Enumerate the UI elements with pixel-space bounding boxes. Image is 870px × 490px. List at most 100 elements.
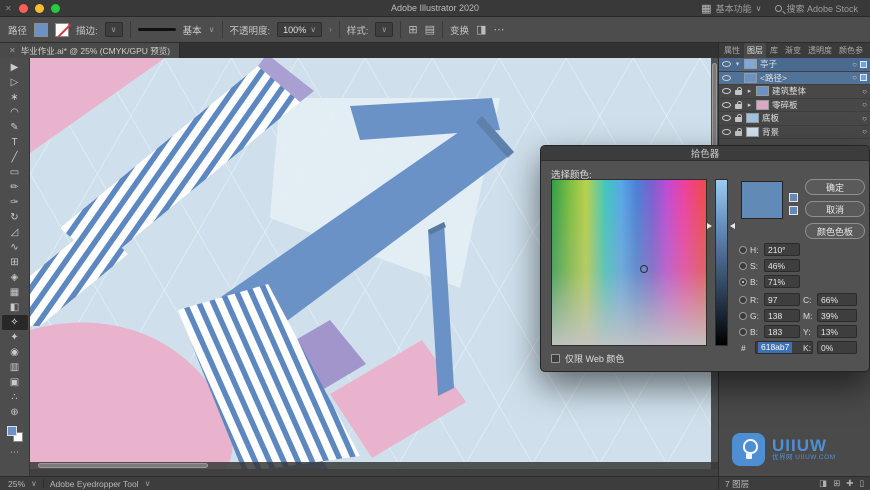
fill-color-swatch[interactable]	[34, 22, 49, 37]
web-only-checkbox-row[interactable]: 仅限 Web 颜色	[551, 352, 624, 365]
layer-row[interactable]: 背景 ○	[719, 126, 870, 139]
blend-tool[interactable]: ✦	[2, 330, 28, 345]
delete-layer-icon[interactable]: ▯	[859, 478, 864, 489]
web-cube-icon[interactable]	[789, 193, 798, 202]
horizontal-scroll-thumb[interactable]	[38, 463, 208, 468]
hue-field[interactable]: 210°	[764, 243, 800, 256]
target-icon[interactable]: ○	[862, 114, 867, 123]
toolbar-more-icon[interactable]: ⋯	[10, 447, 19, 458]
green-radio[interactable]	[739, 311, 747, 320]
shaper-tool[interactable]: ✑	[2, 195, 28, 210]
tab-layers[interactable]: 图层	[744, 43, 766, 58]
tab-color-guide[interactable]: 颜色参	[836, 43, 866, 58]
zoom-dropdown-icon[interactable]: ∨	[31, 479, 37, 488]
stock-search[interactable]: 搜索 Adobe Stock	[775, 2, 858, 15]
ok-button[interactable]: 确定	[805, 179, 865, 195]
layer-name[interactable]: 建筑整体	[772, 85, 806, 97]
disclosure-right-icon[interactable]: ▸	[746, 101, 753, 109]
type-tool[interactable]: T	[2, 135, 28, 150]
symbol-sprayer-tool[interactable]: ◉	[2, 345, 28, 360]
layer-name[interactable]: 亭子	[760, 58, 777, 70]
layer-row[interactable]: <路径> ○	[719, 71, 870, 85]
gradient-tool[interactable]: ◧	[2, 300, 28, 315]
lock-icon[interactable]	[734, 127, 743, 136]
zoom-level[interactable]: 25%	[8, 479, 25, 489]
visibility-eye-icon[interactable]	[722, 61, 731, 68]
red-radio[interactable]	[739, 295, 747, 304]
tab-gradient[interactable]: 渐变	[782, 43, 804, 58]
direct-selection-tool[interactable]: ▷	[2, 75, 28, 90]
slider-arrow-left-icon[interactable]	[707, 223, 712, 229]
document-tab[interactable]: ✕ 毕业作业.ai* @ 25% (CMYK/GPU 预览)	[0, 43, 181, 58]
disclosure-down-icon[interactable]: ▾	[734, 60, 741, 68]
line-segment-tool[interactable]: ╱	[2, 150, 28, 165]
layer-row[interactable]: ▸ 零碎板 ○	[719, 99, 870, 112]
layer-row[interactable]: ▸ 建筑整体 ○	[719, 85, 870, 99]
rectangle-tool[interactable]: ▭	[2, 165, 28, 180]
dialog-title[interactable]: 拾色器	[541, 146, 869, 161]
lock-icon[interactable]	[734, 114, 743, 123]
close-tab-icon[interactable]: ✕	[9, 46, 16, 55]
brush-dropdown-icon[interactable]: ∨	[209, 25, 215, 34]
more-options-icon[interactable]: ⋯	[493, 23, 504, 36]
cyan-field[interactable]: 66%	[817, 293, 857, 306]
brightness-radio[interactable]	[739, 277, 747, 286]
visibility-eye-icon[interactable]	[722, 88, 731, 95]
black-field[interactable]: 0%	[817, 341, 857, 354]
width-tool[interactable]: ∿	[2, 240, 28, 255]
make-mask-icon[interactable]: ◨	[819, 478, 827, 489]
lasso-tool[interactable]: ◠	[2, 105, 28, 120]
slider-arrow-right-icon[interactable]	[730, 223, 735, 229]
red-field[interactable]: 97	[764, 293, 800, 306]
green-field[interactable]: 138	[764, 309, 800, 322]
selection-chip[interactable]	[860, 74, 867, 82]
new-layer-icon[interactable]: ✚	[846, 478, 853, 489]
saturation-radio[interactable]	[739, 261, 747, 270]
horizontal-scrollbar[interactable]	[30, 462, 718, 469]
visibility-eye-icon[interactable]	[722, 74, 731, 81]
target-icon[interactable]: ○	[862, 87, 867, 96]
opacity-more-icon[interactable]: ›	[329, 25, 332, 34]
layer-name[interactable]: <路径>	[760, 72, 787, 84]
style-dropdown[interactable]: ∨	[375, 22, 394, 37]
tab-properties[interactable]: 属性	[721, 43, 743, 58]
eyedropper-tool[interactable]: ✧	[1, 315, 28, 330]
shape-builder-tool[interactable]: ◈	[2, 270, 28, 285]
magenta-field[interactable]: 39%	[817, 309, 857, 322]
window-close-icon[interactable]: ✕	[5, 4, 12, 13]
web-only-checkbox[interactable]	[551, 354, 560, 363]
status-dropdown-icon[interactable]: ∨	[145, 479, 151, 488]
target-icon[interactable]: ○	[862, 100, 867, 109]
color-field-marker[interactable]	[640, 265, 648, 273]
magic-wand-tool[interactable]: ∗	[2, 90, 28, 105]
brightness-slider[interactable]	[715, 179, 728, 346]
target-icon[interactable]: ○	[852, 60, 857, 69]
shape-options-icon[interactable]: ◨	[476, 23, 486, 36]
blue-radio[interactable]	[739, 327, 747, 336]
gamut-warning-swatch[interactable]	[789, 206, 798, 215]
visibility-eye-icon[interactable]	[722, 101, 731, 108]
transform-label[interactable]: 变换	[450, 23, 469, 37]
zoom-window-button[interactable]	[50, 3, 60, 13]
close-window-button[interactable]	[18, 3, 28, 13]
disclosure-right-icon[interactable]: ▸	[746, 87, 753, 95]
target-icon[interactable]: ○	[862, 127, 867, 136]
align-panel-icon[interactable]: ▤	[425, 23, 435, 36]
pen-tool[interactable]: ✎	[2, 120, 28, 135]
rotate-tool[interactable]: ↻	[2, 210, 28, 225]
color-swatches-button[interactable]: 颜色色板	[805, 223, 865, 239]
layer-name[interactable]: 底板	[762, 112, 779, 124]
hue-radio[interactable]	[739, 245, 747, 254]
workspace-switcher[interactable]: ▦ 基本功能 ∨	[701, 2, 761, 15]
mesh-tool[interactable]: ▦	[2, 285, 28, 300]
new-sublayer-icon[interactable]: ⊞	[833, 478, 840, 489]
cancel-button[interactable]: 取消	[805, 201, 865, 217]
brightness-field[interactable]: 71%	[764, 275, 800, 288]
lock-icon[interactable]	[734, 100, 743, 109]
lock-icon[interactable]	[734, 87, 743, 96]
document-setup-icon[interactable]: ⊞	[408, 23, 417, 36]
yellow-field[interactable]: 13%	[817, 325, 857, 338]
layer-name[interactable]: 背景	[762, 126, 779, 138]
zoom-tool[interactable]: ⊕	[2, 405, 28, 420]
tab-libraries[interactable]: 库	[767, 43, 781, 58]
